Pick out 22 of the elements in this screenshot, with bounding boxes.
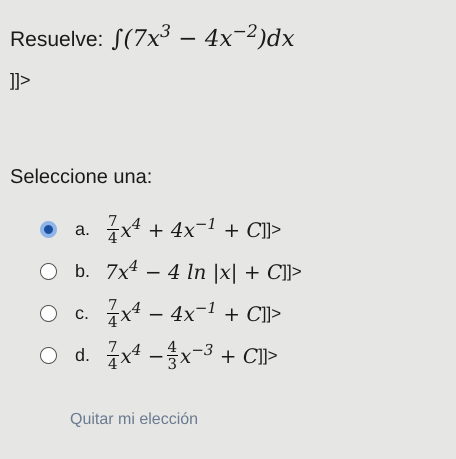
option-letter: a.: [75, 218, 92, 241]
markup-residue: ]]>: [258, 344, 278, 367]
fraction: 7 4: [107, 213, 119, 246]
option-letter: c.: [75, 302, 90, 325]
radio-button[interactable]: [40, 221, 57, 238]
markup-residue: ]]>: [282, 260, 302, 283]
fraction: 7 4: [107, 297, 119, 330]
fraction: 7 4: [107, 339, 119, 372]
clear-choice-link[interactable]: Quitar mi elección: [70, 410, 198, 428]
option-formula: 7x$^{4}$ − 4 ln |x| + C: [105, 256, 282, 286]
fraction: 4 3: [166, 339, 178, 372]
option-letter: b.: [75, 260, 92, 283]
radio-button[interactable]: [40, 305, 57, 322]
prompt-text: Seleccione una:: [10, 164, 152, 190]
option-letter: d.: [75, 344, 92, 367]
question-label: Resuelve:: [10, 26, 104, 52]
integral-formula: ∫(7x$^{3}$ − 4x$^{−2}$)dx: [111, 22, 295, 54]
markup-residue: ]]>: [10, 68, 31, 92]
markup-residue: ]]>: [262, 218, 282, 241]
radio-button[interactable]: [40, 347, 57, 364]
radio-button[interactable]: [40, 263, 57, 280]
markup-residue: ]]>: [262, 302, 282, 325]
